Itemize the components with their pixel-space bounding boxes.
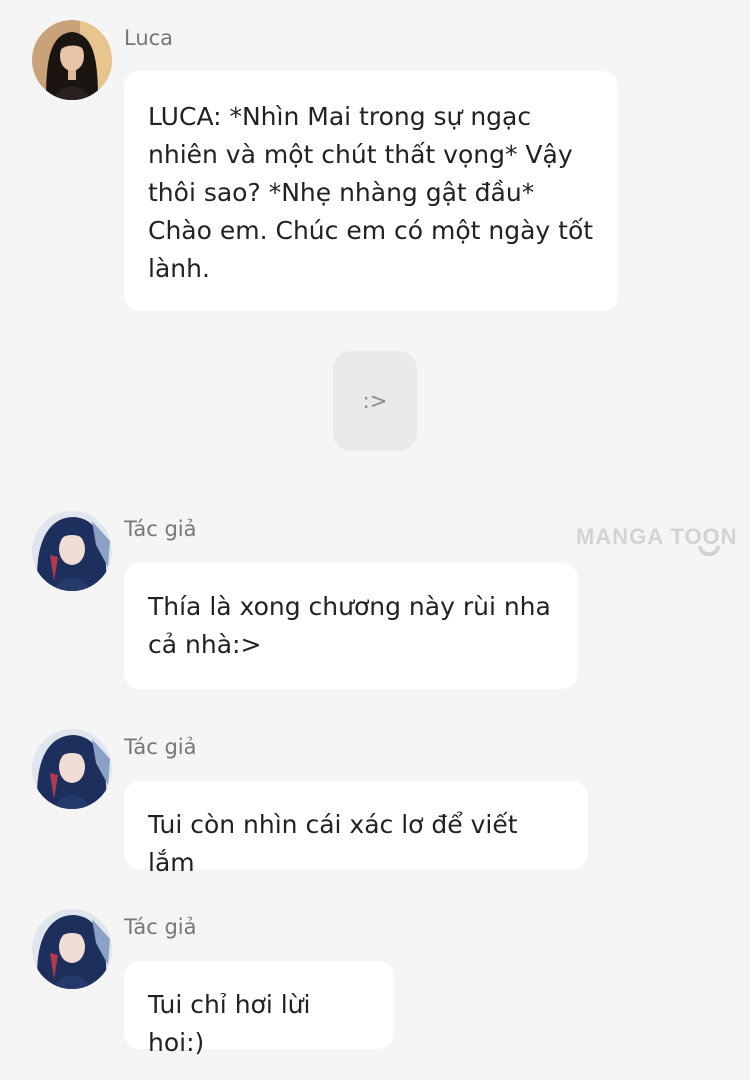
message-bubble[interactable]: Tui còn nhìn cái xác lơ để viết lắm xyxy=(124,781,588,877)
author-avatar[interactable] xyxy=(32,909,112,989)
smile-icon xyxy=(698,546,720,556)
sender-name: Luca xyxy=(124,26,174,50)
author-avatar[interactable] xyxy=(32,511,112,591)
mangatoon-watermark-logo: MANGA TOON xyxy=(576,524,738,556)
sender-name: Tác giả xyxy=(124,735,197,759)
system-message-bubble: :> xyxy=(333,351,417,451)
system-message-text: :> xyxy=(362,389,388,413)
sender-name: Tác giả xyxy=(124,517,197,541)
message-bubble[interactable]: Thía là xong chương này rùi nha cả nhà:> xyxy=(124,563,578,689)
luca-avatar[interactable] xyxy=(32,20,112,100)
chat-screen: Luca LUCA: *Nhìn Mai trong sự ngạc nhiên… xyxy=(0,0,750,1080)
author-avatar[interactable] xyxy=(32,729,112,809)
sender-name: Tác giả xyxy=(124,915,197,939)
message-bubble[interactable]: Tui chỉ hơi lừi hoi:) xyxy=(124,961,394,1057)
message-bubble[interactable]: LUCA: *Nhìn Mai trong sự ngạc nhiên và m… xyxy=(124,71,618,311)
